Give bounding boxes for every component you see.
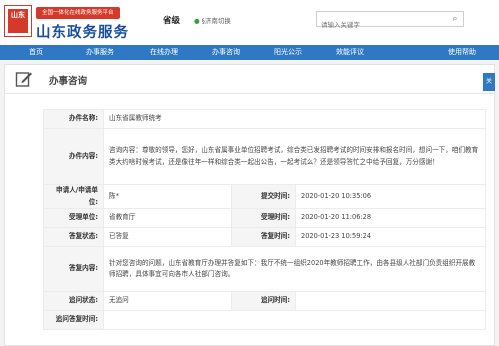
reply-content-value: 针对您咨询的问题，山东省教育厅办理并答复如下：我厅不统一组织2020年教师招聘工… [103, 246, 486, 292]
platform-tagline: 全国一体化在线政务服务平台 [36, 7, 120, 19]
followup-status-label: 追问状态: [43, 291, 104, 311]
location-switch[interactable]: ● §济南切换 [194, 15, 231, 25]
nav-item-publicity[interactable]: 阳光公示 [258, 45, 318, 60]
submit-time-value: 2020-01-20 10:35:06 [295, 184, 486, 209]
followup-reply-time-value [103, 310, 486, 330]
followup-status-value: 无追问 [103, 291, 232, 311]
followup-time-label: 追问时间: [231, 291, 296, 311]
item-name-value: 山东省属教师统考 [103, 109, 486, 129]
submit-time-label: 提交时间: [231, 184, 296, 209]
edit-form-icon [15, 72, 32, 87]
table-row: 答复内容: 针对您咨询的问题，山东省教育厅办理并答复如下：我厅不统一组织2020… [43, 246, 486, 292]
handle-time-label: 受理时间: [231, 208, 296, 228]
reply-status-value: 已答复 [103, 227, 232, 247]
nav-item-help[interactable]: 使用帮助 [432, 45, 492, 60]
applicant-label: 申请人/申请单位: [43, 184, 104, 209]
site-header: 山东 全国一体化在线政务服务平台 山东政务服务 省级 ●§济南切换 ⌕ [0, 0, 499, 45]
consult-detail-panel: 办事咨询 关 办件名称: 山东省属教师统考 办件内容: 咨询内容：尊敬的领导，您… [4, 64, 495, 346]
table-row: 答复状态: 已答复 答复时间: 2020-01-23 10:59:24 [43, 227, 486, 247]
handler-value: 省教育厅 [103, 208, 232, 228]
search-box: ⌕ [316, 11, 464, 32]
site-logo[interactable]: 山东 [4, 5, 32, 37]
table-row: 受理单位: 省教育厅 受理时间: 2020-01-20 11:06:28 [43, 208, 486, 228]
applicant-value: 陈* [103, 184, 232, 209]
level-label: 省级 [163, 16, 181, 26]
nav-item-home[interactable]: 首页 [6, 45, 66, 60]
reply-status-label: 答复状态: [43, 227, 104, 247]
panel-header: 办事咨询 关 [5, 65, 495, 94]
consult-detail-table: 办件名称: 山东省属教师统考 办件内容: 咨询内容：尊敬的领导，您好，山东省属事… [43, 109, 486, 330]
item-name-label: 办件名称: [43, 109, 104, 129]
table-row: 追问状态: 无追问 追问时间: [43, 291, 486, 311]
handler-label: 受理单位: [43, 208, 104, 228]
search-input[interactable] [317, 18, 451, 32]
location-text: §济南切换 [201, 17, 231, 25]
search-icon[interactable]: ⌕ [449, 13, 461, 25]
side-close-tab[interactable]: 关 [483, 73, 495, 91]
nav-item-services[interactable]: 办事服务 [70, 45, 130, 60]
reply-content-label: 答复内容: [43, 246, 104, 292]
panel-title: 办事咨询 [49, 76, 88, 87]
item-content-value: 咨询内容：尊敬的领导，您好，山东省属事业单位招聘考试，综合类已发招聘考试的时间安… [103, 128, 486, 185]
nav-item-online[interactable]: 在线办理 [134, 45, 194, 60]
table-row: 追问答复时间: [43, 310, 486, 330]
main-nav: 首页 办事服务 在线办理 办事咨询 阳光公示 效能评议 使用帮助 [0, 45, 499, 60]
reply-time-label: 答复时间: [231, 227, 296, 247]
item-content-label: 办件内容: [43, 128, 104, 185]
logo-text: 山东 [11, 11, 25, 19]
nav-item-consult[interactable]: 办事咨询 [196, 45, 256, 60]
table-row: 办件内容: 咨询内容：尊敬的领导，您好，山东省属事业单位招聘考试，综合类已发招聘… [43, 128, 486, 185]
location-pin-icon: ● [194, 17, 200, 25]
followup-reply-time-label: 追问答复时间: [43, 310, 104, 330]
reply-time-value: 2020-01-23 10:59:24 [295, 227, 486, 247]
site-title[interactable]: 山东政务服务 [36, 21, 129, 42]
table-row: 申请人/申请单位: 陈* 提交时间: 2020-01-20 10:35:06 [43, 184, 486, 209]
nav-item-evaluation[interactable]: 效能评议 [320, 45, 380, 60]
table-row: 办件名称: 山东省属教师统考 [43, 109, 486, 129]
handle-time-value: 2020-01-20 11:06:28 [295, 208, 486, 228]
followup-time-value [295, 291, 486, 311]
logo-seal-icon: 山东 [8, 9, 28, 33]
